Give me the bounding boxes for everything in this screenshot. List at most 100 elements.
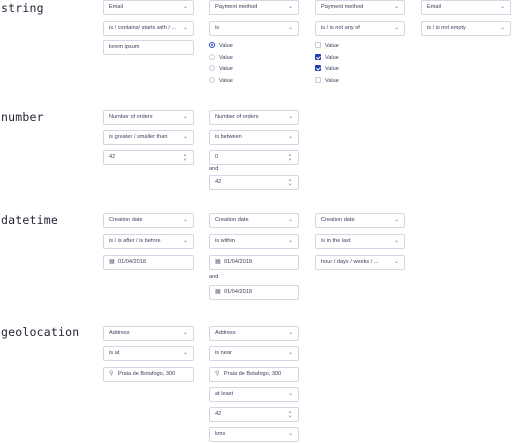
field-label: Email [427, 4, 441, 10]
geolocation-operator-select[interactable]: is at ⌄ [103, 346, 194, 361]
operator-label: is near [215, 350, 232, 356]
geolocation-field-select-2[interactable]: Address ⌄ [209, 326, 299, 341]
chevron-down-icon: ⌄ [499, 25, 505, 31]
checkbox-option[interactable]: Value [315, 42, 339, 51]
checkbox-option[interactable]: Value [315, 65, 339, 74]
datetime-operator-select-3[interactable]: is in the last ⌄ [315, 234, 405, 249]
datetime-field-select-2[interactable]: Creation date ⌄ [209, 213, 299, 228]
calendar-icon: ▦ [215, 259, 221, 265]
string-field-select-4[interactable]: Email ⌄ [421, 0, 511, 15]
chevron-down-icon: ⌄ [182, 4, 188, 10]
checkbox-checked[interactable] [315, 65, 321, 71]
radio-option[interactable]: Value [209, 65, 233, 74]
field-label: Payment method [215, 4, 258, 10]
stepper-icon[interactable]: ▲ ▼ [288, 152, 292, 162]
section-heading-number: number [1, 110, 44, 124]
operator-label: is / is not any of [321, 25, 360, 31]
operator-label: is [215, 25, 220, 31]
radio-button[interactable] [209, 65, 215, 71]
field-label: Address [215, 330, 236, 336]
geolocation-distance-stepper[interactable]: 42 ▲ ▼ [209, 407, 299, 422]
radio-option[interactable]: Value [209, 77, 233, 86]
stepper-icon[interactable]: ▲ ▼ [288, 177, 292, 187]
option-label: Value [219, 43, 233, 49]
operator-label: is at [109, 350, 120, 356]
option-label: Value [325, 55, 339, 61]
number-from-stepper[interactable]: 0 ▲ ▼ [209, 150, 299, 165]
field-label: Creation date [109, 217, 143, 223]
number-field-select[interactable]: Number of orders ⌄ [103, 110, 194, 125]
chevron-down-icon: ⌄ [393, 259, 399, 265]
operator-label: is / is after / is before [109, 238, 161, 244]
chevron-down-icon: ⌄ [287, 431, 293, 437]
location-pin-icon: ⚲ [109, 371, 114, 377]
input-value: 42 [109, 154, 116, 160]
unit-label: hour / days / weeks / ... [321, 259, 379, 265]
number-value-stepper[interactable]: 42 ▲ ▼ [103, 150, 194, 165]
geolocation-location-input[interactable]: ⚲ Praia de Botafogo, 300 [103, 367, 194, 382]
checkbox-option[interactable]: Value [315, 54, 339, 63]
geolocation-operator-select-2[interactable]: is near ⌄ [209, 346, 299, 361]
datetime-field-select-3[interactable]: Creation date ⌄ [315, 213, 405, 228]
section-heading-geolocation: geolocation [1, 325, 80, 339]
datetime-operator-select[interactable]: is / is after / is before ⌄ [103, 234, 194, 249]
field-label: Address [109, 330, 130, 336]
operator-label: is / is not empty [427, 25, 466, 31]
stepper-icon[interactable]: ▲ ▼ [288, 409, 292, 419]
chevron-down-icon: ⌄ [393, 238, 399, 244]
chevron-down-icon: ⌄ [287, 330, 293, 336]
stepper-icon[interactable]: ▲ ▼ [183, 152, 187, 162]
number-operator-select[interactable]: is greater / smaller than ⌄ [103, 130, 194, 145]
number-to-stepper[interactable]: 42 ▲ ▼ [209, 175, 299, 190]
radio-option[interactable]: Value [209, 54, 233, 63]
chevron-down-icon: ⌄ [287, 238, 293, 244]
field-label: Creation date [321, 217, 355, 223]
field-label: Creation date [215, 217, 249, 223]
datetime-unit-select[interactable]: hour / days / weeks / ... ⌄ [315, 255, 405, 270]
geolocation-qualifier-select[interactable]: at least ⌄ [209, 387, 299, 402]
operator-label: is between [215, 134, 242, 140]
operator-label: is within [215, 238, 235, 244]
geolocation-location-input-2[interactable]: ⚲ Praia de Botafogo, 300 [209, 367, 299, 382]
input-value: 0 [215, 154, 219, 160]
chevron-down-icon: ⌄ [182, 134, 188, 140]
datetime-field-select[interactable]: Creation date ⌄ [103, 213, 194, 228]
string-operator-select-2[interactable]: is ⌄ [209, 21, 299, 36]
chevron-down-icon: ⌄ [287, 114, 293, 120]
datetime-date-input[interactable]: ▦ 01/04/2018 [103, 255, 194, 270]
datetime-operator-select-2[interactable]: is within ⌄ [209, 234, 299, 249]
calendar-icon: ▦ [109, 259, 115, 265]
chevron-down-icon: ⌄ [287, 350, 293, 356]
geolocation-unit-select[interactable]: kms ⌄ [209, 427, 299, 442]
input-value: 01/04/2018 [224, 289, 252, 295]
radio-option[interactable]: Value [209, 42, 233, 51]
geolocation-field-select[interactable]: Address ⌄ [103, 326, 194, 341]
chevron-down-icon: ⌄ [287, 4, 293, 10]
chevron-down-icon: ⌄ [499, 4, 505, 10]
string-field-select-3[interactable]: Payment method ⌄ [315, 0, 405, 15]
string-operator-select[interactable]: is / contains/ starts with / ... ⌄ [103, 21, 194, 36]
chevron-down-icon: ⌄ [182, 350, 188, 356]
string-operator-select-4[interactable]: is / is not empty ⌄ [421, 21, 511, 36]
string-operator-select-3[interactable]: is / is not any of ⌄ [315, 21, 405, 36]
radio-button[interactable] [209, 54, 215, 60]
operator-label: is in the last [321, 238, 351, 244]
datetime-from-input[interactable]: ▦ 01/04/2018 [209, 255, 299, 270]
radio-button[interactable] [209, 77, 215, 83]
checkbox-checked[interactable] [315, 54, 321, 60]
checkbox-option[interactable]: Value [315, 77, 339, 86]
input-value: 01/04/2018 [118, 259, 146, 265]
number-operator-select-2[interactable]: is between ⌄ [209, 130, 299, 145]
calendar-icon: ▦ [215, 289, 221, 295]
datetime-to-input[interactable]: ▦ 01/04/2018 [209, 285, 299, 300]
radio-button-selected[interactable] [209, 42, 215, 48]
qualifier-label: at least [215, 391, 234, 397]
checkbox[interactable] [315, 42, 321, 48]
chevron-down-icon: ⌄ [182, 25, 188, 31]
string-value-input[interactable]: lorem ipsum [103, 40, 194, 55]
number-field-select-2[interactable]: Number of orders ⌄ [209, 110, 299, 125]
string-field-select[interactable]: Email ⌄ [103, 0, 194, 15]
checkbox[interactable] [315, 77, 321, 83]
chevron-down-icon: ⌄ [287, 217, 293, 223]
string-field-select-2[interactable]: Payment method ⌄ [209, 0, 299, 15]
